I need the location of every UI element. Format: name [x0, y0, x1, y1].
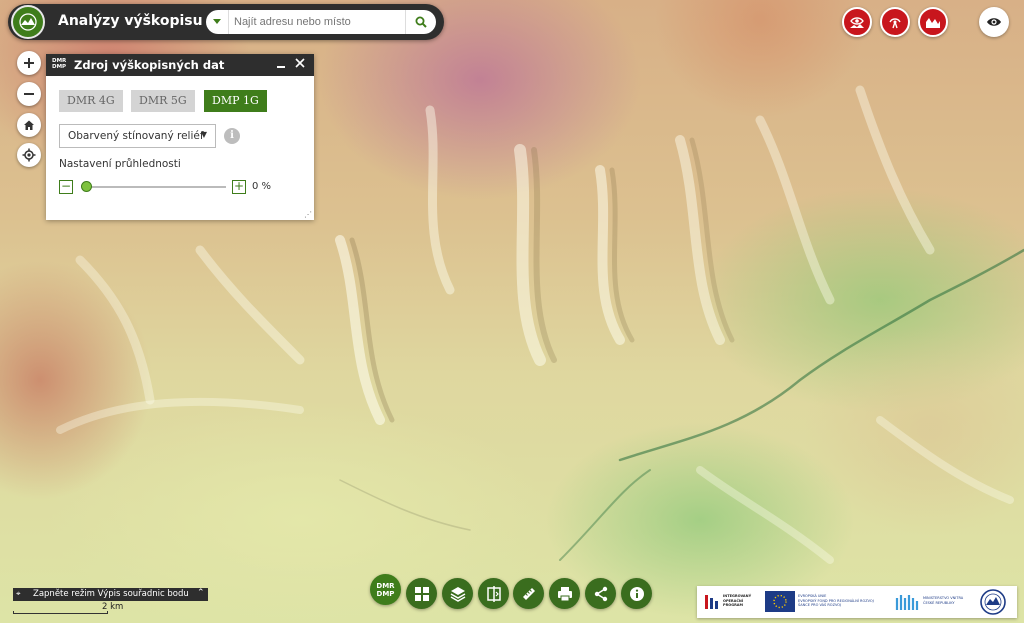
eu-text: EVROPSKÁ UNIE EVROPSKÝ FOND PRO REGIONÁLN… [798, 594, 874, 607]
layers-button[interactable] [442, 578, 473, 609]
cuzk-emblem-icon [980, 589, 1006, 615]
eu-stars-icon [773, 594, 787, 609]
compare-button[interactable] [478, 578, 509, 609]
visibility-tool-button[interactable] [880, 7, 910, 37]
chevron-up-icon: ⌃ [197, 588, 205, 598]
source-dmr4g-button[interactable]: DMR 4G [59, 90, 123, 112]
minus-icon [24, 93, 34, 95]
source-dmp1g-button[interactable]: DMP 1G [204, 90, 267, 112]
transparency-decrease-button[interactable]: − [59, 180, 73, 194]
eye-icon [987, 18, 1001, 26]
viewshed-icon [889, 18, 901, 29]
resize-handle[interactable]: ⋰ [304, 210, 312, 219]
iop-text: INTEGROVANÝ OPERAČNÍ PROGRAM [723, 594, 752, 607]
coordinate-mode-label: Zapněte režim Výpis souřadnic bodu [33, 589, 189, 599]
zoom-in-button[interactable] [17, 51, 41, 75]
close-icon [295, 58, 305, 68]
search-box [206, 10, 436, 34]
grid-icon [414, 586, 429, 601]
transparency-increase-button[interactable]: + [232, 180, 246, 194]
search-input[interactable] [234, 13, 399, 31]
chart-area-icon [926, 18, 940, 28]
logo-icon [19, 13, 37, 31]
data-source-panel: DMR DMP Zdroj výškopisných dat DMR 4G DM… [46, 54, 314, 220]
basemap-grid-button[interactable] [406, 578, 437, 609]
crosshair-icon: ⌖ [16, 589, 21, 598]
transparency-slider-handle[interactable] [81, 181, 92, 192]
minimize-icon [277, 66, 285, 68]
app-title: Analýzy výškopisu [58, 13, 203, 29]
elevation-profile-button[interactable] [918, 7, 948, 37]
scale-bar [13, 611, 108, 614]
search-source-dropdown[interactable] [206, 10, 229, 34]
iop-logo-icon [705, 595, 718, 609]
data-source-button[interactable]: DMR DMP [370, 574, 401, 605]
locate-icon [22, 148, 36, 162]
home-button[interactable] [17, 113, 41, 137]
visualization-select[interactable]: Obarvený stínovaný reliéf ▼ [59, 124, 216, 148]
measure-button[interactable] [513, 578, 544, 609]
caret-down-icon: ▼ [200, 130, 207, 139]
terrain-eye-icon [850, 17, 864, 28]
home-icon [24, 120, 34, 130]
search-button[interactable] [405, 10, 436, 34]
dmr-dmp-icon: DMR DMP [376, 581, 395, 598]
print-button[interactable] [549, 578, 580, 609]
mv-logo [895, 592, 919, 612]
transparency-slider-track[interactable] [86, 186, 226, 188]
cuzk-logo [979, 588, 1007, 616]
info-icon [629, 586, 644, 601]
minimize-button[interactable] [276, 56, 286, 73]
search-icon [415, 16, 427, 28]
dmr-dmp-icon: DMR DMP [52, 58, 67, 70]
plus-icon [24, 58, 34, 68]
layers-icon [450, 586, 465, 602]
ruler-icon [522, 587, 535, 600]
partner-logos: INTEGROVANÝ OPERAČNÍ PROGRAM EVROPSKÁ UNIE… [697, 586, 1017, 618]
iop-logo [703, 592, 723, 612]
close-button[interactable] [294, 56, 306, 74]
transparency-label: Nastavení průhlednosti [59, 158, 181, 170]
print-icon [557, 586, 572, 601]
zoom-out-button[interactable] [17, 82, 41, 106]
transparency-value: 0 % [252, 181, 272, 192]
coordinate-mode-bar[interactable]: ⌖ Zapněte režim Výpis souřadnic bodu ⌃ [13, 588, 208, 601]
share-icon [594, 586, 607, 601]
panel-header: DMR DMP Zdroj výškopisných dat [46, 54, 314, 76]
scale-label: 2 km [102, 602, 124, 612]
app-logo[interactable] [11, 5, 45, 39]
compare-icon [486, 585, 501, 602]
locate-button[interactable] [17, 143, 41, 167]
info-icon[interactable]: i [224, 128, 240, 144]
profile-tool-button[interactable] [842, 7, 872, 37]
about-button[interactable] [621, 578, 652, 609]
source-dmr5g-button[interactable]: DMR 5G [131, 90, 195, 112]
app-header: Analýzy výškopisu [8, 4, 444, 40]
visualization-selected: Obarvený stínovaný reliéf [68, 130, 204, 142]
eu-flag [765, 591, 795, 612]
chevron-down-icon [213, 19, 221, 24]
visibility-toggle-button[interactable] [979, 7, 1009, 37]
panel-title: Zdroj výškopisných dat [74, 58, 225, 72]
mv-logo-icon [895, 595, 919, 610]
share-button[interactable] [585, 578, 616, 609]
mv-text: MINISTERSTVO VNITRA ČESKÉ REPUBLIKY [923, 596, 964, 605]
